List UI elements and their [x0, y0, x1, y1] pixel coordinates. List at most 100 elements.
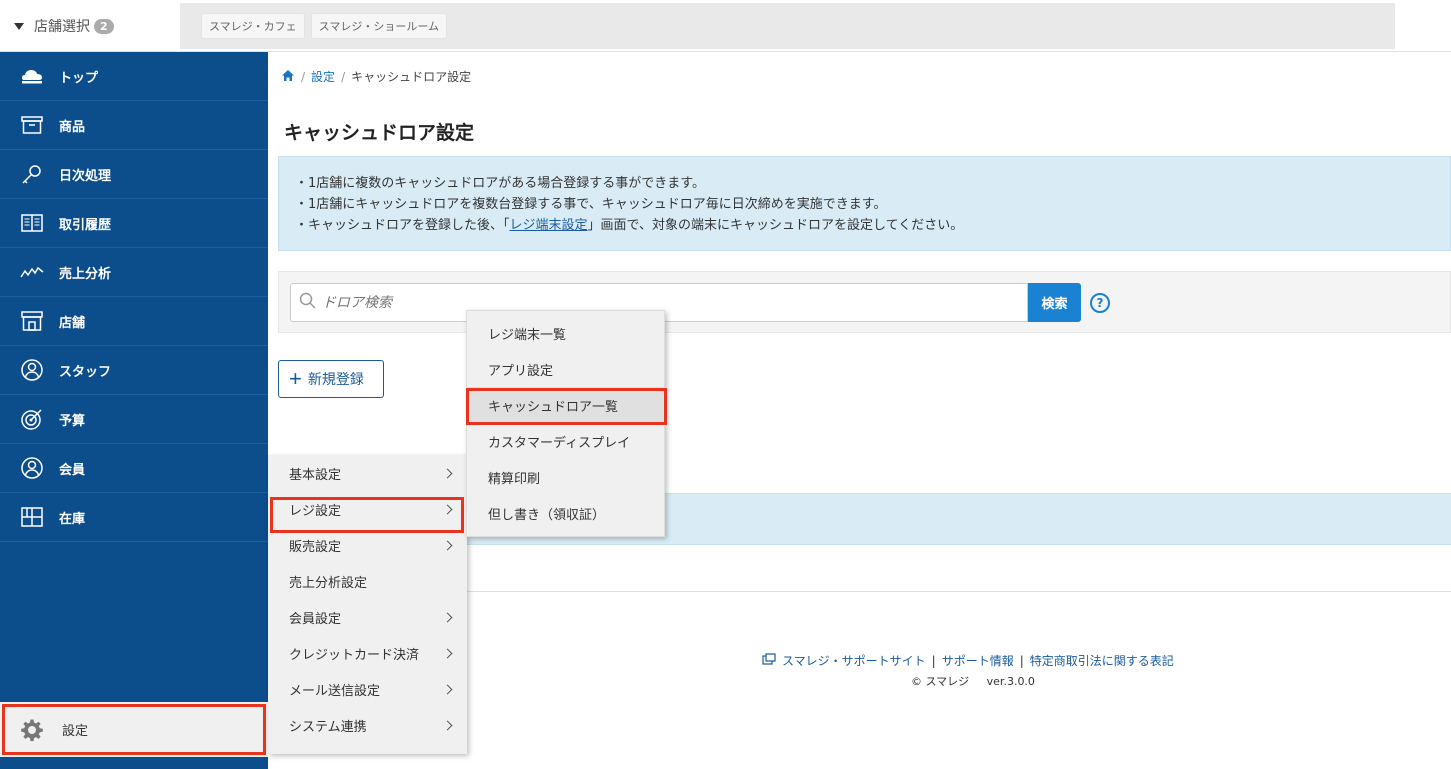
store-select[interactable]: 店舗選択 2: [0, 0, 180, 52]
search-input[interactable]: [322, 294, 922, 311]
sidebar: トップ 商品 日次処理 取引履歴 売上分析 店舗 スタッフ 予算 会員 在庫 設…: [0, 52, 268, 769]
submenu-item-receipt-note[interactable]: 但し書き（領収証）: [467, 495, 664, 531]
top-bar: 店舗選択 2 スマレジ・カフェ スマレジ・ショールーム: [0, 0, 1451, 52]
menu-item-label: レジ端末一覧: [488, 327, 567, 343]
submenu-item-settlement-print[interactable]: 精算印刷: [467, 459, 664, 495]
menu-item-register-settings[interactable]: レジ設定: [268, 491, 467, 527]
menu-item-label: 販売設定: [289, 539, 342, 555]
support-site-link[interactable]: スマレジ・サポートサイト: [782, 652, 926, 669]
footer-separator: |: [931, 653, 936, 668]
sidebar-item-budget[interactable]: 予算: [0, 395, 268, 444]
sidebar-item-inventory[interactable]: 在庫: [0, 493, 268, 542]
breadcrumb: / 設定 / キャッシュドロア設定: [281, 68, 471, 85]
sidebar-item-daily[interactable]: 日次処理: [0, 150, 268, 199]
sidebar-item-sales-analysis[interactable]: 売上分析: [0, 248, 268, 297]
book-icon: [18, 211, 46, 235]
sidebar-item-label: スタッフ: [59, 364, 112, 380]
sidebar-item-label: 日次処理: [59, 168, 112, 184]
info-line: ・キャッシュドロアを登録した後、「レジ端末設定」画面で、対象の端末にキャッシュド…: [295, 215, 1450, 236]
sidebar-item-staff[interactable]: スタッフ: [0, 346, 268, 395]
external-link-icon: [762, 653, 776, 668]
box-icon: [18, 113, 46, 137]
menu-item-label: 精算印刷: [488, 471, 541, 487]
footer-separator: |: [1019, 653, 1024, 668]
menu-item-label: アプリ設定: [488, 363, 554, 379]
version-text: ver.3.0.0: [986, 675, 1035, 688]
home-icon[interactable]: [281, 69, 295, 85]
chevron-right-icon: [442, 648, 453, 658]
sidebar-item-transactions[interactable]: 取引履歴: [0, 199, 268, 248]
footer-links: スマレジ・サポートサイト | サポート情報 | 特定商取引法に関する表記: [762, 652, 1174, 669]
menu-item-member-settings[interactable]: 会員設定: [268, 599, 467, 635]
sidebar-item-label: 予算: [59, 413, 86, 429]
member-icon: [18, 456, 46, 480]
footer-copyright: © スマレジ ver.3.0.0: [911, 673, 1035, 689]
sidebar-item-label: 設定: [62, 724, 89, 739]
sidebar-item-label: 在庫: [59, 511, 86, 527]
support-info-link[interactable]: サポート情報: [942, 652, 1014, 669]
menu-item-credit-card[interactable]: クレジットカード決済: [268, 635, 467, 671]
sidebar-item-settings[interactable]: 設定: [0, 702, 268, 757]
key-icon: [18, 162, 46, 186]
store-select-label: 店舗選択: [34, 19, 90, 35]
sidebar-item-label: 店舗: [59, 315, 86, 331]
menu-item-system-integration[interactable]: システム連携: [268, 707, 467, 743]
sidebar-item-products[interactable]: 商品: [0, 101, 268, 150]
chevron-right-icon: [442, 468, 453, 478]
store-tab[interactable]: スマレジ・ショールーム: [310, 13, 448, 39]
register-settings-link[interactable]: レジ端末設定: [510, 218, 588, 233]
breadcrumb-current: キャッシュドロア設定: [351, 70, 472, 84]
sidebar-item-label: 商品: [59, 119, 86, 135]
legal-link[interactable]: 特定商取引法に関する表記: [1030, 652, 1174, 669]
menu-item-label: レジ設定: [289, 503, 342, 519]
chevron-right-icon: [442, 612, 453, 622]
new-register-button[interactable]: + 新規登録: [278, 360, 384, 398]
sidebar-item-label: 会員: [59, 462, 86, 478]
settings-menu: 基本設定 レジ設定 販売設定 売上分析設定 会員設定 クレジットカード決済 メー…: [268, 455, 467, 754]
register-settings-submenu: レジ端末一覧 アプリ設定 キャッシュドロア一覧 カスタマーディスプレイ 精算印刷…: [466, 310, 665, 537]
menu-item-label: システム連携: [289, 719, 367, 735]
search-panel: 検索 ?: [278, 271, 1451, 333]
submenu-item-cash-drawer-list[interactable]: キャッシュドロア一覧: [467, 387, 664, 423]
info-text: 」画面で、対象の端末にキャッシュドロアを設定してください。: [587, 218, 964, 233]
info-line: ・1店舗に複数のキャッシュドロアがある場合登録する事ができます。: [295, 176, 705, 191]
info-line: ・1店舗にキャッシュドロアを複数台登録する事で、キャッシュドロア毎に日次締めを実…: [295, 197, 887, 212]
menu-item-sales-settings[interactable]: 販売設定: [268, 527, 467, 563]
chevron-right-icon: [442, 540, 453, 550]
sidebar-item-label: 取引履歴: [59, 217, 112, 233]
menu-item-label: 売上分析設定: [289, 575, 368, 591]
store-icon: [18, 309, 46, 333]
menu-item-basic-settings[interactable]: 基本設定: [268, 455, 467, 491]
submenu-item-customer-display[interactable]: カスタマーディスプレイ: [467, 423, 664, 459]
caret-down-icon: [14, 22, 24, 30]
store-tabs: スマレジ・カフェ スマレジ・ショールーム: [180, 3, 1395, 49]
copyright-text: © スマレジ: [911, 675, 970, 688]
menu-item-label: 但し書き（領収証）: [488, 507, 606, 523]
info-text: ・キャッシュドロアを登録した後、「: [295, 218, 510, 233]
chevron-right-icon: [442, 720, 453, 730]
search-button[interactable]: 検索: [1028, 283, 1081, 322]
person-icon: [18, 358, 46, 382]
gear-icon: [20, 718, 44, 742]
breadcrumb-settings-link[interactable]: 設定: [311, 68, 335, 85]
menu-item-mail-settings[interactable]: メール送信設定: [268, 671, 467, 707]
submenu-item-register-list[interactable]: レジ端末一覧: [467, 315, 664, 351]
breadcrumb-separator: /: [341, 69, 346, 84]
target-icon: [18, 407, 46, 431]
breadcrumb-separator: /: [301, 69, 306, 84]
store-tab[interactable]: スマレジ・カフェ: [201, 13, 305, 39]
menu-item-sales-analysis-settings[interactable]: 売上分析設定: [268, 563, 467, 599]
menu-item-label: メール送信設定: [289, 683, 381, 699]
menu-item-label: クレジットカード決済: [289, 647, 420, 663]
cloud-icon: [18, 64, 46, 88]
search-icon: [299, 292, 316, 313]
chart-line-icon: [18, 260, 46, 284]
sidebar-item-stores[interactable]: 店舗: [0, 297, 268, 346]
new-register-label: 新規登録: [307, 371, 364, 387]
menu-item-label: 会員設定: [289, 611, 342, 627]
sidebar-item-members[interactable]: 会員: [0, 444, 268, 493]
menu-item-label: キャッシュドロア一覧: [488, 399, 619, 415]
sidebar-item-top[interactable]: トップ: [0, 52, 268, 101]
help-icon[interactable]: ?: [1090, 293, 1110, 313]
submenu-item-app-settings[interactable]: アプリ設定: [467, 351, 664, 387]
